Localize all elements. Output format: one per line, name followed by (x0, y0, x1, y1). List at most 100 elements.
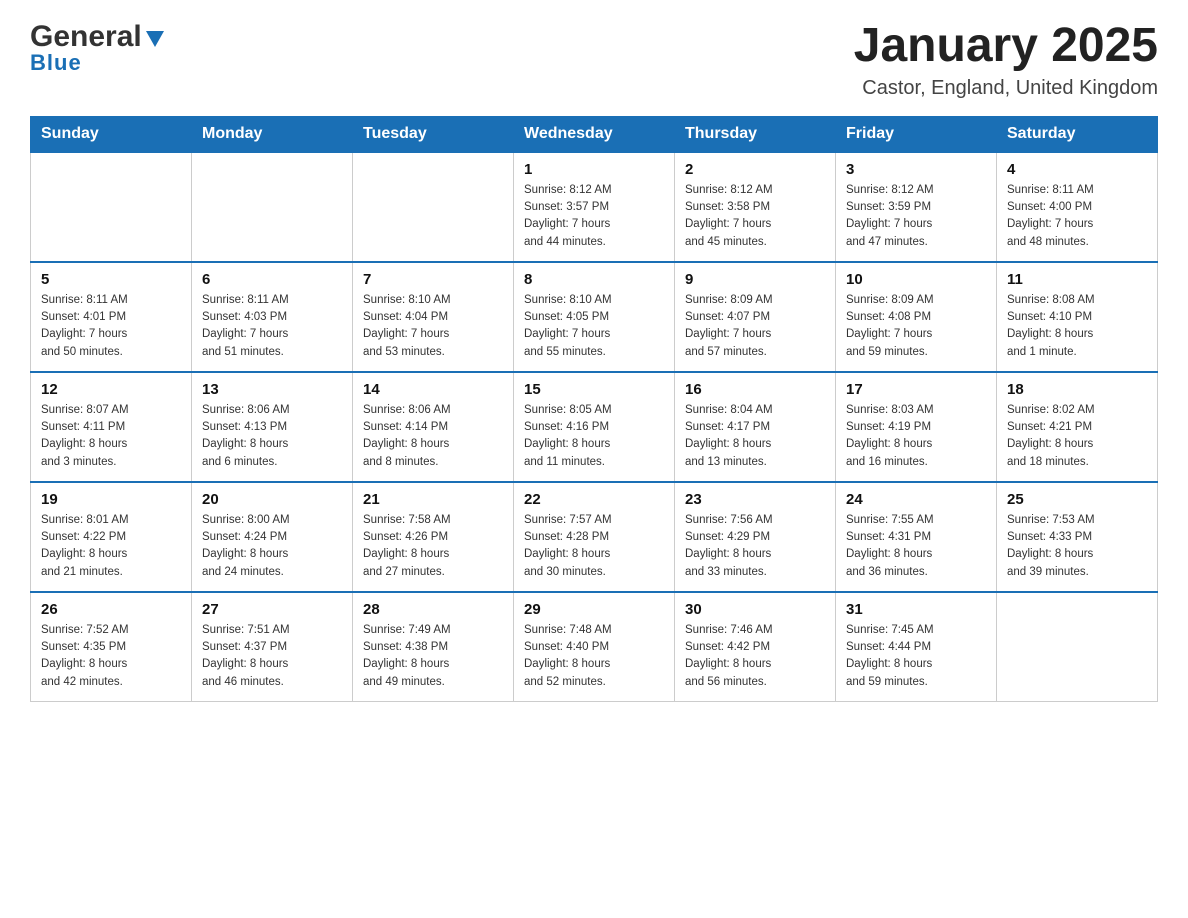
day-info: Sunrise: 8:12 AM Sunset: 3:58 PM Dayligh… (685, 182, 825, 251)
calendar-cell: 18 Sunrise: 8:02 AM Sunset: 4:21 PM Dayli… (997, 372, 1158, 482)
day-info: Sunrise: 8:07 AM Sunset: 4:11 PM Dayligh… (41, 402, 181, 471)
day-number: 13 (202, 381, 342, 398)
day-info: Sunrise: 8:12 AM Sunset: 3:59 PM Dayligh… (846, 182, 986, 251)
day-number: 19 (41, 491, 181, 508)
day-info: Sunrise: 7:52 AM Sunset: 4:35 PM Dayligh… (41, 622, 181, 691)
day-info: Sunrise: 8:06 AM Sunset: 4:13 PM Dayligh… (202, 402, 342, 471)
day-number: 24 (846, 491, 986, 508)
day-info: Sunrise: 8:11 AM Sunset: 4:00 PM Dayligh… (1007, 182, 1147, 251)
day-info: Sunrise: 7:49 AM Sunset: 4:38 PM Dayligh… (363, 622, 503, 691)
month-title: January 2025 (854, 20, 1158, 73)
day-info: Sunrise: 8:01 AM Sunset: 4:22 PM Dayligh… (41, 512, 181, 581)
day-number: 18 (1007, 381, 1147, 398)
calendar-cell: 14 Sunrise: 8:06 AM Sunset: 4:14 PM Dayli… (353, 372, 514, 482)
day-info: Sunrise: 8:11 AM Sunset: 4:01 PM Dayligh… (41, 292, 181, 361)
calendar-header-row: SundayMondayTuesdayWednesdayThursdayFrid… (31, 116, 1158, 152)
day-number: 27 (202, 601, 342, 618)
calendar-cell: 13 Sunrise: 8:06 AM Sunset: 4:13 PM Dayli… (192, 372, 353, 482)
calendar-cell: 28 Sunrise: 7:49 AM Sunset: 4:38 PM Dayli… (353, 592, 514, 702)
day-number: 5 (41, 271, 181, 288)
calendar-header-monday: Monday (192, 116, 353, 152)
day-number: 15 (524, 381, 664, 398)
calendar-cell: 22 Sunrise: 7:57 AM Sunset: 4:28 PM Dayli… (514, 482, 675, 592)
calendar-cell: 12 Sunrise: 8:07 AM Sunset: 4:11 PM Dayli… (31, 372, 192, 482)
day-info: Sunrise: 7:51 AM Sunset: 4:37 PM Dayligh… (202, 622, 342, 691)
calendar-cell: 23 Sunrise: 7:56 AM Sunset: 4:29 PM Dayli… (675, 482, 836, 592)
day-info: Sunrise: 8:08 AM Sunset: 4:10 PM Dayligh… (1007, 292, 1147, 361)
day-number: 22 (524, 491, 664, 508)
day-info: Sunrise: 7:58 AM Sunset: 4:26 PM Dayligh… (363, 512, 503, 581)
day-number: 29 (524, 601, 664, 618)
day-info: Sunrise: 8:03 AM Sunset: 4:19 PM Dayligh… (846, 402, 986, 471)
calendar-table: SundayMondayTuesdayWednesdayThursdayFrid… (30, 116, 1158, 703)
calendar-cell (192, 152, 353, 262)
calendar-cell: 31 Sunrise: 7:45 AM Sunset: 4:44 PM Dayli… (836, 592, 997, 702)
day-info: Sunrise: 8:12 AM Sunset: 3:57 PM Dayligh… (524, 182, 664, 251)
calendar-cell (31, 152, 192, 262)
day-number: 4 (1007, 161, 1147, 178)
day-number: 10 (846, 271, 986, 288)
calendar-header-friday: Friday (836, 116, 997, 152)
calendar-cell: 25 Sunrise: 7:53 AM Sunset: 4:33 PM Dayli… (997, 482, 1158, 592)
calendar-cell: 11 Sunrise: 8:08 AM Sunset: 4:10 PM Dayli… (997, 262, 1158, 372)
day-number: 3 (846, 161, 986, 178)
day-info: Sunrise: 7:46 AM Sunset: 4:42 PM Dayligh… (685, 622, 825, 691)
day-number: 1 (524, 161, 664, 178)
day-info: Sunrise: 7:45 AM Sunset: 4:44 PM Dayligh… (846, 622, 986, 691)
day-info: Sunrise: 8:10 AM Sunset: 4:05 PM Dayligh… (524, 292, 664, 361)
day-info: Sunrise: 8:04 AM Sunset: 4:17 PM Dayligh… (685, 402, 825, 471)
calendar-week-row: 26 Sunrise: 7:52 AM Sunset: 4:35 PM Dayli… (31, 592, 1158, 702)
day-info: Sunrise: 8:09 AM Sunset: 4:08 PM Dayligh… (846, 292, 986, 361)
calendar-cell: 24 Sunrise: 7:55 AM Sunset: 4:31 PM Dayli… (836, 482, 997, 592)
calendar-cell: 29 Sunrise: 7:48 AM Sunset: 4:40 PM Dayli… (514, 592, 675, 702)
logo-blue-text: Blue (30, 50, 166, 76)
day-info: Sunrise: 8:06 AM Sunset: 4:14 PM Dayligh… (363, 402, 503, 471)
calendar-cell: 1 Sunrise: 8:12 AM Sunset: 3:57 PM Daylig… (514, 152, 675, 262)
day-number: 12 (41, 381, 181, 398)
day-info: Sunrise: 7:56 AM Sunset: 4:29 PM Dayligh… (685, 512, 825, 581)
day-number: 14 (363, 381, 503, 398)
calendar-cell: 6Sunrise: 8:11 AM Sunset: 4:03 PM Daylig… (192, 262, 353, 372)
day-number: 8 (524, 271, 664, 288)
calendar-cell: 17 Sunrise: 8:03 AM Sunset: 4:19 PM Dayli… (836, 372, 997, 482)
day-info: Sunrise: 8:00 AM Sunset: 4:24 PM Dayligh… (202, 512, 342, 581)
day-info: Sunrise: 7:48 AM Sunset: 4:40 PM Dayligh… (524, 622, 664, 691)
calendar-cell: 8 Sunrise: 8:10 AM Sunset: 4:05 PM Daylig… (514, 262, 675, 372)
day-number: 26 (41, 601, 181, 618)
day-number: 23 (685, 491, 825, 508)
calendar-cell (353, 152, 514, 262)
day-number: 28 (363, 601, 503, 618)
day-number: 2 (685, 161, 825, 178)
calendar-header-tuesday: Tuesday (353, 116, 514, 152)
calendar-cell: 15 Sunrise: 8:05 AM Sunset: 4:16 PM Dayli… (514, 372, 675, 482)
day-info: Sunrise: 7:57 AM Sunset: 4:28 PM Dayligh… (524, 512, 664, 581)
calendar-cell: 7 Sunrise: 8:10 AM Sunset: 4:04 PM Daylig… (353, 262, 514, 372)
day-number: 17 (846, 381, 986, 398)
day-number: 25 (1007, 491, 1147, 508)
day-number: 20 (202, 491, 342, 508)
day-info: Sunrise: 7:53 AM Sunset: 4:33 PM Dayligh… (1007, 512, 1147, 581)
day-number: 31 (846, 601, 986, 618)
calendar-cell: 2 Sunrise: 8:12 AM Sunset: 3:58 PM Daylig… (675, 152, 836, 262)
day-info: Sunrise: 8:10 AM Sunset: 4:04 PM Dayligh… (363, 292, 503, 361)
calendar-cell: 30 Sunrise: 7:46 AM Sunset: 4:42 PM Dayli… (675, 592, 836, 702)
day-info: Sunrise: 8:02 AM Sunset: 4:21 PM Dayligh… (1007, 402, 1147, 471)
day-number: 16 (685, 381, 825, 398)
day-info: Sunrise: 8:05 AM Sunset: 4:16 PM Dayligh… (524, 402, 664, 471)
calendar-cell: 9Sunrise: 8:09 AM Sunset: 4:07 PM Daylig… (675, 262, 836, 372)
page-header: General Blue January 2025 Castor, Englan… (30, 20, 1158, 100)
calendar-header-thursday: Thursday (675, 116, 836, 152)
logo-general-text: General (30, 20, 142, 54)
calendar-cell: 19 Sunrise: 8:01 AM Sunset: 4:22 PM Dayli… (31, 482, 192, 592)
day-number: 11 (1007, 271, 1147, 288)
day-info: Sunrise: 7:55 AM Sunset: 4:31 PM Dayligh… (846, 512, 986, 581)
calendar-cell: 16 Sunrise: 8:04 AM Sunset: 4:17 PM Dayli… (675, 372, 836, 482)
day-number: 30 (685, 601, 825, 618)
title-area: January 2025 Castor, England, United Kin… (854, 20, 1158, 100)
calendar-cell: 20 Sunrise: 8:00 AM Sunset: 4:24 PM Dayli… (192, 482, 353, 592)
calendar-week-row: 1 Sunrise: 8:12 AM Sunset: 3:57 PM Daylig… (31, 152, 1158, 262)
day-info: Sunrise: 8:09 AM Sunset: 4:07 PM Dayligh… (685, 292, 825, 361)
day-number: 7 (363, 271, 503, 288)
calendar-week-row: 19 Sunrise: 8:01 AM Sunset: 4:22 PM Dayli… (31, 482, 1158, 592)
calendar-header-saturday: Saturday (997, 116, 1158, 152)
